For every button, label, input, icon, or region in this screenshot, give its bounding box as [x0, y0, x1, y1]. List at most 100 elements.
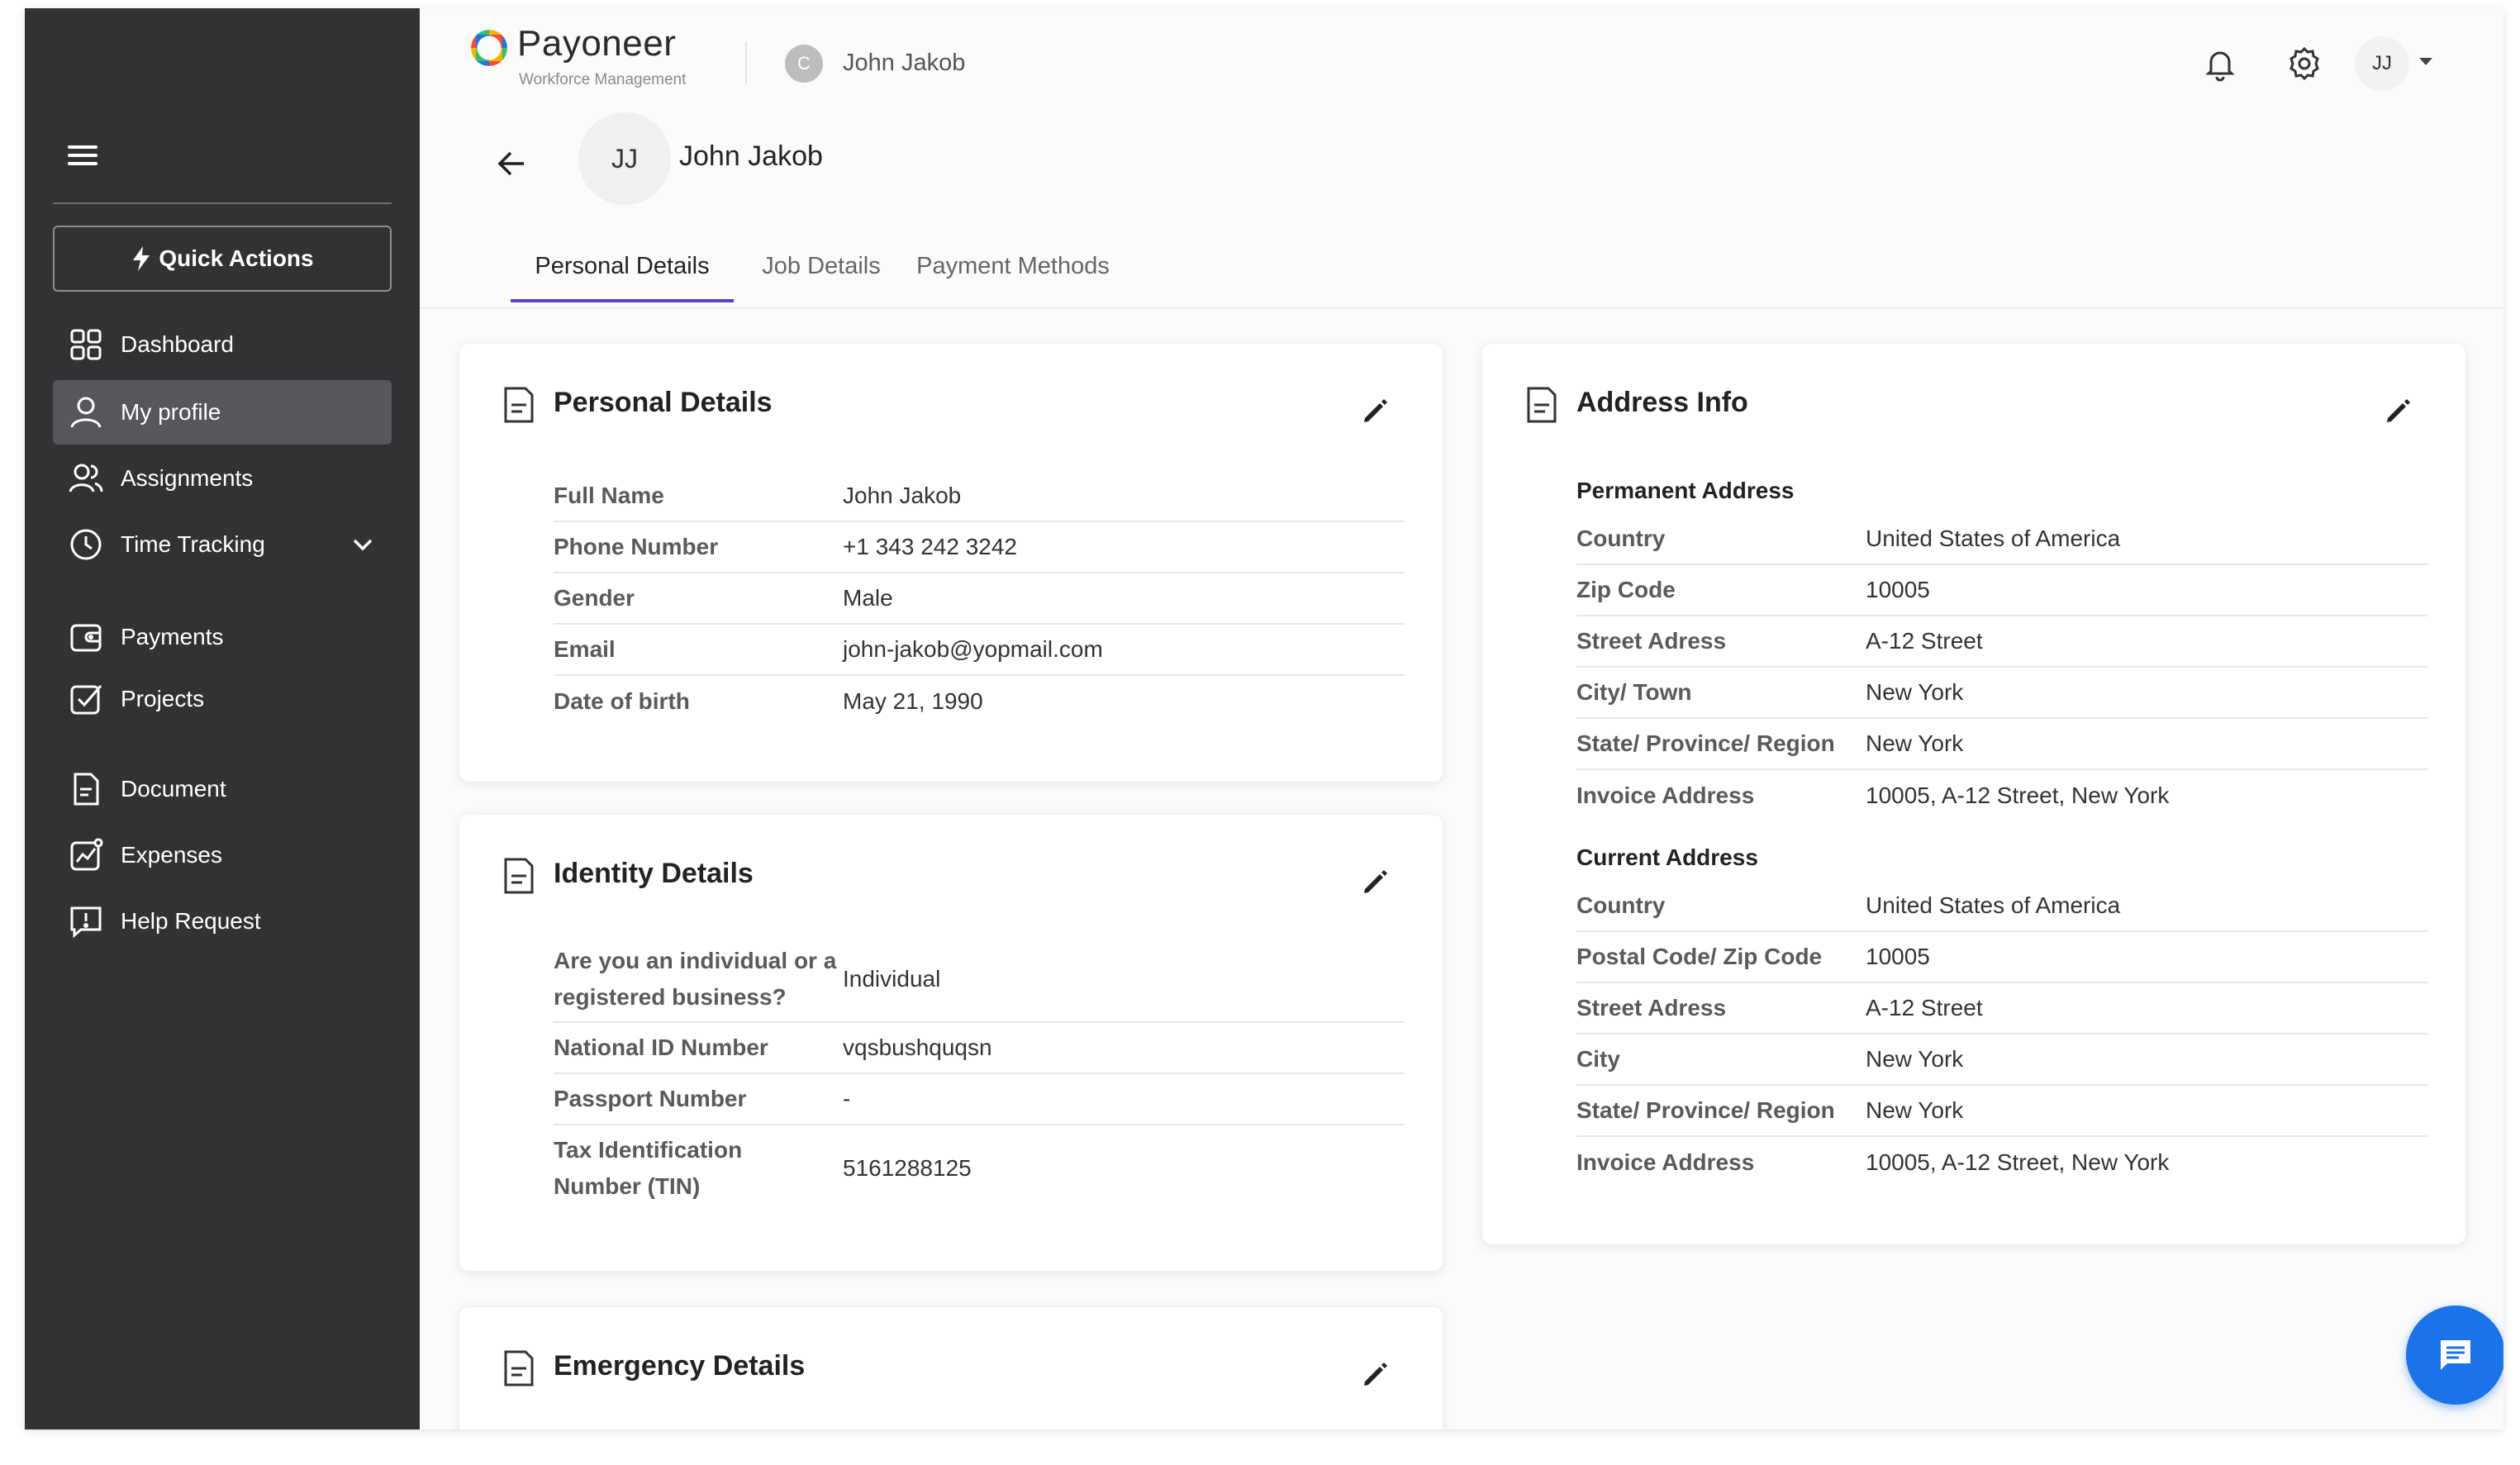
row-value: 10005 [1866, 944, 1930, 969]
detail-row: National ID Number vqsbushquqsn [554, 1023, 1405, 1074]
sidebar-item-time-tracking[interactable]: Time Tracking [53, 512, 392, 577]
quick-actions-button[interactable]: Quick Actions [53, 226, 392, 292]
row-label: State/ Province/ Region [1576, 730, 1835, 756]
row-value: - [843, 1086, 851, 1111]
row-label: City/ Town [1576, 679, 1692, 705]
sidebar-item-my-profile[interactable]: My profile [53, 380, 392, 445]
row-label: Phone Number [554, 534, 719, 559]
profile-name: John Jakob [679, 140, 823, 172]
tab-payment-methods[interactable]: Payment Methods [906, 243, 1120, 317]
sidebar-item-label: My profile [121, 399, 221, 425]
row-value: New York [1866, 1046, 1964, 1072]
row-label: National ID Number [554, 1035, 768, 1060]
detail-row: Tax Identification Number (TIN) 51612881… [554, 1125, 1405, 1211]
sidebar-item-help-request[interactable]: Help Request [53, 889, 392, 954]
document-icon [504, 1350, 534, 1387]
card-title: Personal Details [554, 387, 773, 418]
personal-details-card: Personal Details Full Name John Jakob Ph… [459, 344, 1443, 782]
address-row: Postal Code/ Zip Code 10005 [1576, 932, 2427, 983]
bell-icon[interactable] [2201, 45, 2239, 83]
address-row: Zip Code 10005 [1576, 565, 2427, 616]
current-address-heading: Current Address [1576, 844, 1758, 870]
address-info-card: Address Info Permanent Address Country U… [1482, 344, 2465, 1244]
edit-pencil-icon[interactable] [1360, 395, 1391, 426]
menu-icon[interactable] [68, 140, 101, 174]
sidebar-item-projects[interactable]: Projects [53, 667, 392, 731]
row-value: 5161288125 [843, 1155, 972, 1181]
row-label: Full Name [554, 483, 664, 508]
address-row: State/ Province/ Region New York [1576, 719, 2427, 770]
card-title: Emergency Details [554, 1350, 806, 1382]
address-row: Country United States of America [1576, 514, 2427, 565]
row-value: John Jakob [843, 483, 962, 508]
edit-pencil-icon[interactable] [1360, 866, 1391, 897]
logo-ring-icon [471, 30, 507, 66]
user-avatar[interactable]: JJ [2355, 36, 2409, 91]
sidebar-item-label: Help Request [121, 908, 261, 934]
row-label: Zip Code [1576, 577, 1676, 602]
row-label: Postal Code/ Zip Code [1576, 944, 1823, 969]
sidebar-item-label: Document [121, 776, 226, 801]
row-value: 10005, A-12 Street, New York [1866, 1149, 2170, 1175]
quick-actions-label: Quick Actions [159, 245, 314, 271]
document-icon [74, 773, 99, 806]
address-row: Invoice Address 10005, A-12 Street, New … [1576, 1137, 2427, 1188]
sidebar-item-dashboard[interactable]: Dashboard [53, 312, 392, 377]
row-value: 10005, A-12 Street, New York [1866, 782, 2170, 808]
edit-pencil-icon[interactable] [2383, 395, 2414, 426]
card-title: Identity Details [554, 858, 754, 889]
document-icon [1527, 387, 1557, 423]
gear-icon[interactable] [2285, 45, 2323, 83]
row-label-line: registered business? [554, 984, 787, 1010]
sidebar-item-document[interactable]: Document [53, 757, 392, 821]
caret-down-icon[interactable] [2419, 58, 2432, 65]
edit-pencil-icon[interactable] [1360, 1358, 1391, 1390]
row-value: New York [1866, 1097, 1964, 1123]
row-value: Individual [843, 966, 941, 992]
org-name[interactable]: John Jakob [843, 50, 965, 77]
wallet-icon [70, 624, 102, 652]
app-window: Quick Actions Dashboard My profile Assig… [25, 8, 2503, 1429]
checkbox-icon [70, 685, 102, 715]
row-label-line: Are you an individual or a [554, 948, 837, 973]
sidebar-item-payments[interactable]: Payments [53, 605, 392, 669]
address-row: Street Adress A-12 Street [1576, 983, 2427, 1035]
row-value: 10005 [1866, 577, 1930, 602]
row-label: City [1576, 1046, 1620, 1072]
detail-row: Passport Number - [554, 1074, 1405, 1125]
org-avatar[interactable]: C [785, 45, 823, 83]
row-value: United States of America [1866, 526, 2121, 551]
sidebar: Quick Actions Dashboard My profile Assig… [25, 8, 420, 1429]
people-icon [69, 464, 103, 492]
grid-icon [70, 329, 102, 360]
row-label: Invoice Address [1576, 1149, 1755, 1175]
row-value: A-12 Street [1866, 628, 1983, 654]
emergency-details-card: Emergency Details [459, 1307, 1443, 1429]
card-title: Address Info [1576, 387, 1748, 418]
row-label: Street Adress [1576, 628, 1727, 654]
row-value: vqsbushquqsn [843, 1035, 992, 1060]
sidebar-item-label: Payments [121, 624, 224, 649]
row-label: Email [554, 636, 616, 662]
row-label: Gender [554, 585, 635, 611]
detail-row: Phone Number +1 343 242 3242 [554, 522, 1405, 573]
sidebar-item-expenses[interactable]: Expenses [53, 823, 392, 887]
tab-personal-details[interactable]: Personal Details [511, 243, 734, 317]
lightning-icon [133, 246, 150, 271]
row-label: Date of birth [554, 688, 690, 714]
identity-details-card: Identity Details Are you an individual o… [459, 815, 1443, 1271]
chat-icon [2441, 1340, 2470, 1370]
detail-row: Gender Male [554, 573, 1405, 625]
sidebar-item-assignments[interactable]: Assignments [53, 446, 392, 511]
chat-button[interactable] [2406, 1306, 2503, 1405]
address-row: Country United States of America [1576, 881, 2427, 932]
chevron-down-icon[interactable] [349, 530, 377, 559]
row-label: Passport Number [554, 1086, 747, 1111]
back-arrow-icon[interactable] [494, 145, 530, 182]
row-value: +1 343 242 3242 [843, 534, 1017, 559]
tab-job-details[interactable]: Job Details [747, 243, 896, 317]
row-value: New York [1866, 730, 1964, 756]
address-row: Invoice Address 10005, A-12 Street, New … [1576, 770, 2427, 821]
sidebar-item-label: Expenses [121, 842, 222, 868]
person-icon [70, 397, 102, 428]
